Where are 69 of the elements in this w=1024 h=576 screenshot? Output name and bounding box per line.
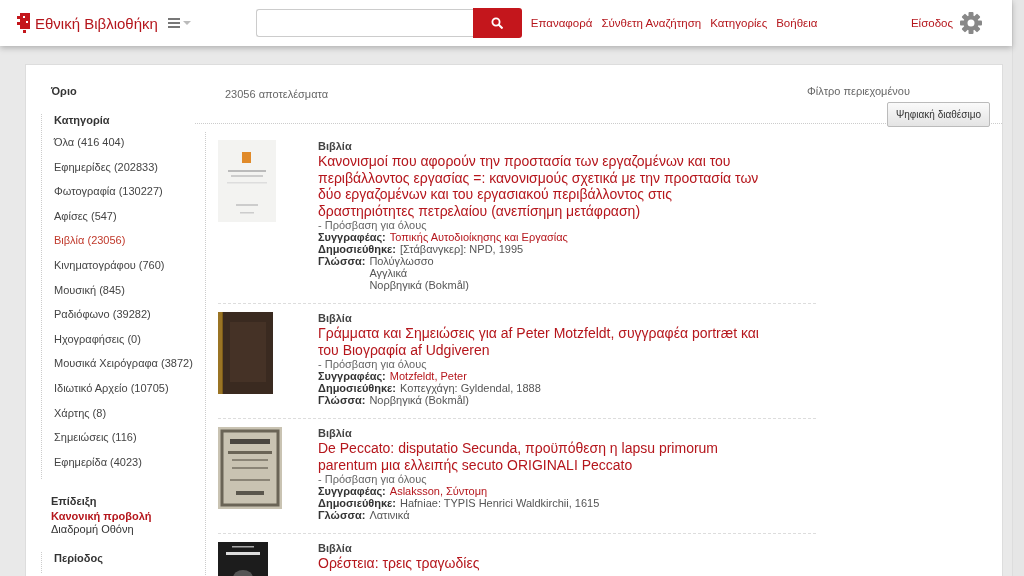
section-heading: Περίοδος	[54, 552, 103, 565]
facet-link[interactable]: Εφημερίδες (202833)	[54, 159, 158, 174]
field-value: Λατινικά	[369, 509, 410, 521]
field-label: Γλώσσα:	[318, 394, 366, 406]
field-value: Αγγλικά	[369, 267, 408, 279]
facet-link[interactable]: Κινηματογράφου (760)	[54, 257, 165, 272]
field-value: Νορβηγικά (Bokmål)	[369, 279, 469, 291]
facet-link[interactable]: Κανονική προβολή	[51, 510, 152, 524]
field-label: Γλώσσα:	[318, 509, 366, 521]
facet-link[interactable]: Εφημερίδα (4023)	[54, 454, 142, 469]
search-icon	[491, 17, 504, 29]
field-value: Νορβηγικά (Bokmål)	[369, 394, 469, 406]
field-label: Δημοσιεύθηκε:	[318, 382, 396, 394]
menu-icon	[167, 17, 191, 29]
search-button[interactable]	[472, 8, 522, 38]
field-label: Συγγραφέας:	[318, 485, 386, 497]
author-link[interactable]: Aslaksson, Σύντομη	[389, 485, 488, 497]
result-category: Βιβλία	[318, 140, 353, 152]
nav-link[interactable]: Σύνθετη Αναζήτηση	[601, 17, 702, 29]
field-value: Πολύγλωσσο	[369, 255, 434, 267]
author-link[interactable]: Motzfeldt, Peter	[389, 370, 467, 382]
result-category: Βιβλία	[318, 312, 353, 324]
field-label: Δημοσιεύθηκε:	[318, 497, 396, 509]
logo-link[interactable]: Εθνική Βιβλιοθήκη	[17, 13, 158, 33]
settings-icon	[960, 12, 982, 34]
facet-link[interactable]: Αφίσες (547)	[54, 208, 117, 223]
nav-link[interactable]: Επαναφορά	[530, 17, 593, 29]
filter-label: Φίλτρο περιεχομένου	[806, 85, 910, 97]
menu-button[interactable]	[167, 17, 191, 29]
logo-text: Εθνική Βιβλιοθήκη	[35, 14, 158, 32]
facet-link[interactable]: Φωτογραφία (130227)	[54, 184, 163, 199]
field-value: [Στάβανγκερ]: NPD, 1995	[399, 243, 524, 255]
field-value: Hafniae: TYPIS Henrici Waldkirchii, 1615	[399, 497, 600, 509]
result-category: Βιβλία	[318, 542, 353, 554]
facet-link[interactable]: Διαδρομή Οθόνη	[51, 523, 134, 537]
search-field[interactable]	[255, 9, 473, 37]
result-title-link[interactable]: Κανονισμοί που αφορούν την προστασία των εργαζομένων και του περιβάλλοντος εργασίας =: κανονισμούς σχετικά με την προστασία των δύο εργαζομένων και του εργασιακού περιβάλλοντος στις δραστηριότητες πετρελαίου (ανεπίσημη μετάφραση)	[318, 153, 770, 219]
facet-link[interactable]: Ηχογραφήσεις (0)	[54, 331, 141, 346]
facet-link[interactable]: Ραδιόφωνο (39282)	[54, 307, 151, 322]
result-title-link[interactable]: Ορέστεια: τρεις τραγωδίες	[318, 555, 770, 572]
facet-link[interactable]: Μουσικά Χειρόγραφα (3872)	[54, 356, 193, 371]
login-link[interactable]: Είσοδος	[910, 17, 953, 29]
result-title-link[interactable]: Γράμματα και Σημειώσεις για af Peter Motzfeldt, συγγραφέα portræt και του Βιογραφία af Udgiveren	[318, 325, 770, 358]
digital-filter-button[interactable]: Ψηφιακή διαθέσιμο	[886, 102, 990, 127]
access-note: - Πρόσβαση για όλους	[318, 358, 428, 370]
result-count: 23056 αποτελέσματα	[225, 88, 329, 102]
library-logo-icon	[17, 13, 31, 33]
facet-link[interactable]: Σημειώσεις (116)	[54, 430, 137, 445]
field-label: Γλώσσα:	[318, 255, 366, 269]
facet-link[interactable]: Μουσική (845)	[54, 282, 125, 297]
result-title-link[interactable]: De Peccato: disputatio Secunda, προϋπόθεση η lapsu primorum parentum μια ελλειπής secuto ORIGINALI Peccato	[318, 440, 770, 473]
field-label: Συγγραφέας:	[318, 370, 386, 382]
section-heading: Κατηγορία	[54, 114, 110, 126]
field-label: Δημοσιεύθηκε:	[318, 243, 396, 255]
sidebar-title: Όριο	[51, 85, 78, 97]
field-value: Κοπεγχάγη: Gyldendal, 1888	[399, 382, 541, 394]
field-label: Συγγραφέας:	[318, 231, 386, 243]
nav-link[interactable]: Βοήθεια	[776, 17, 818, 29]
facet-link[interactable]: Ιδιωτικό Αρχείο (10705)	[54, 380, 169, 395]
nav-link[interactable]: Κατηγορίες	[710, 17, 768, 29]
access-note: - Πρόσβαση για όλους	[318, 219, 428, 231]
facet-link[interactable]: Όλα (416 404)	[54, 135, 125, 149]
result-category: Βιβλία	[318, 427, 353, 439]
facet-link[interactable]: Βιβλία (23056)	[54, 233, 126, 248]
settings-button[interactable]	[960, 12, 982, 34]
facet-link[interactable]: Χάρτης (8)	[54, 405, 107, 420]
section-heading: Επίδειξη	[51, 495, 97, 508]
author-link[interactable]: Τοπικής Αυτοδιοίκησης και Εργασίας	[389, 231, 568, 243]
access-note: - Πρόσβαση για όλους	[318, 473, 428, 485]
